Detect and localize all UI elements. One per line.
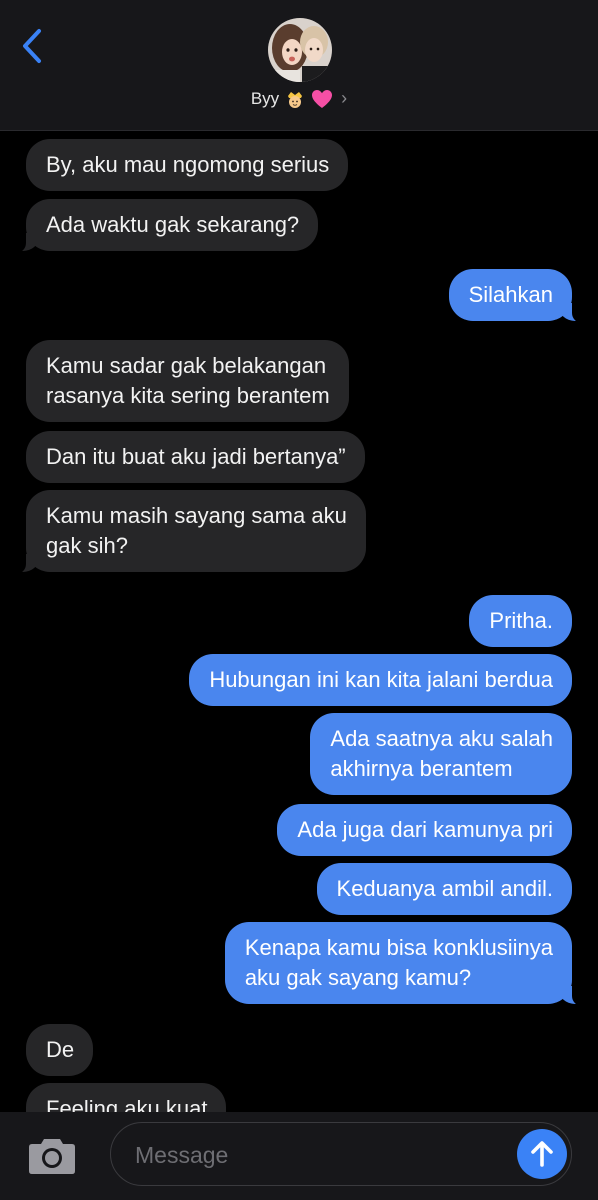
chevron-left-icon: [23, 29, 41, 63]
crown-person-emoji-icon: [285, 89, 305, 109]
send-button[interactable]: [517, 1129, 567, 1179]
message-bubble-incoming[interactable]: Kamu sadar gak belakangan rasanya kita s…: [26, 340, 349, 422]
message-bubble-incoming[interactable]: Kamu masih sayang sama aku gak sih?: [0, 490, 366, 574]
conversation-header: Byy ›: [0, 0, 598, 131]
message-bubble-incoming[interactable]: Ada waktu gak sekarang?: [0, 199, 319, 253]
message-bubble-incoming[interactable]: Dan itu buat aku jadi bertanya”: [26, 431, 365, 483]
avatar[interactable]: [268, 18, 332, 82]
message-composer: [0, 1112, 598, 1200]
message-bubble-incoming[interactable]: By, aku mau ngomong serius: [26, 139, 349, 191]
message-bubble-outgoing[interactable]: Pritha.: [469, 595, 572, 647]
message-input[interactable]: [133, 1135, 517, 1175]
message-bubble-outgoing[interactable]: Kenapa kamu bisa konklusiinya aku gak sa…: [224, 922, 598, 1006]
message-bubble-incoming[interactable]: De: [26, 1024, 94, 1076]
arrow-up-icon: [531, 1141, 553, 1167]
chevron-right-icon: ›: [341, 88, 348, 108]
back-button[interactable]: [14, 26, 50, 66]
pink-heart-emoji-icon: [311, 89, 333, 109]
camera-button[interactable]: [26, 1130, 78, 1182]
camera-icon: [29, 1139, 75, 1174]
message-field[interactable]: [110, 1122, 572, 1186]
message-bubble-outgoing[interactable]: Hubungan ini kan kita jalani berdua: [189, 654, 572, 706]
message-bubble-outgoing[interactable]: Silahkan: [448, 269, 598, 323]
contact-name: Byy: [250, 88, 280, 108]
message-bubble-outgoing[interactable]: Ada saatnya aku salah akhirnya berantem: [310, 713, 572, 795]
contact-details-button[interactable]: Byy ›: [0, 88, 598, 109]
message-thread: By, aku mau ngomong serius Ada waktu gak…: [0, 130, 598, 1112]
message-bubble-outgoing[interactable]: Keduanya ambil andil.: [316, 863, 572, 915]
message-bubble-outgoing[interactable]: Ada juga dari kamunya pri: [277, 804, 572, 856]
message-bubble-incoming[interactable]: Feeling aku kuat: [26, 1083, 227, 1112]
